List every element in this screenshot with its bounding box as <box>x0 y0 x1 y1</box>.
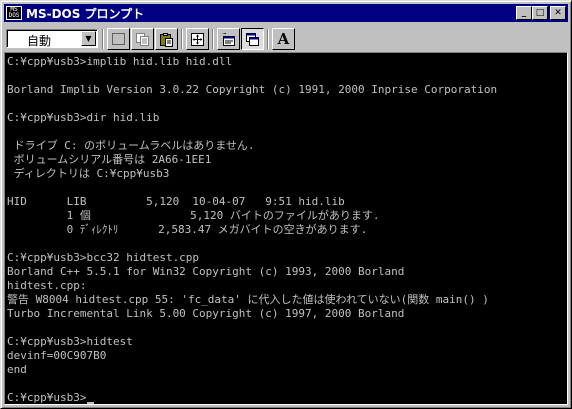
font-icon: A <box>277 30 290 48</box>
msdos-app-icon[interactable]: MS DOS <box>6 6 22 20</box>
paste-icon <box>160 32 173 47</box>
properties-button[interactable] <box>217 28 240 50</box>
copy-icon <box>136 32 149 46</box>
window-controls: _ □ ✕ <box>516 6 566 20</box>
maximize-button[interactable]: □ <box>532 6 548 20</box>
paste-button[interactable] <box>155 28 178 50</box>
font-size-value: 自動 <box>27 34 52 48</box>
console-line: C:¥cpp¥usb3>implib hid.lib hid.dll <box>7 55 233 68</box>
mark-button[interactable] <box>107 28 130 50</box>
window-title: MS-DOS プロンプト <box>26 6 145 21</box>
minimize-button[interactable]: _ <box>516 6 532 20</box>
toolbar-separator <box>267 29 269 49</box>
console-line: end <box>7 363 27 376</box>
console-line: ディレクトリは C:¥cpp¥usb3 <box>7 167 170 180</box>
font-size-select[interactable]: 自動 ▼ <box>6 29 98 48</box>
copy-button[interactable] <box>131 28 154 50</box>
console-line: Turbo Incremental Link 5.00 Copyright (c… <box>7 307 405 320</box>
toolbar-separator <box>212 29 214 49</box>
text-cursor <box>87 402 95 404</box>
fullscreen-button[interactable] <box>186 28 209 50</box>
properties-icon <box>222 32 235 46</box>
icon-label-bottom: DOS <box>8 12 20 19</box>
toolbar-separator <box>102 29 104 49</box>
console-line: ドライブ C: のボリュームラベルはありません. <box>7 139 255 152</box>
console-line: C:¥cpp¥usb3>hidtest <box>7 335 133 348</box>
console-line: 1 個 5,120 バイトのファイルがあります. <box>7 209 380 222</box>
toolbar: 自動 ▼ A <box>4 24 568 52</box>
console-line: HID LIB 5,120 10-04-07 9:51 hid.lib <box>7 195 345 208</box>
toolbar-separator <box>181 29 183 49</box>
console-line: ボリュームシリアル番号は 2A66-1EE1 <box>7 153 212 166</box>
console-output[interactable]: C:¥cpp¥usb3>implib hid.lib hid.dll Borlan… <box>4 52 568 405</box>
console-line: C:¥cpp¥usb3>dir hid.lib <box>7 111 160 124</box>
console-line: devinf=00C907B0 <box>7 349 107 362</box>
console-line: 0 ﾃﾞｨﾚｸﾄﾘ 2,583.47 メガバイトの空きがあります. <box>7 223 368 236</box>
console-line: Borland Implib Version 3.0.22 Copyright … <box>7 83 498 96</box>
font-button[interactable]: A <box>272 28 295 50</box>
close-button[interactable]: ✕ <box>550 6 566 20</box>
title-bar[interactable]: MS DOS MS-DOS プロンプト _ □ ✕ <box>4 4 568 22</box>
console-line: 警告 W8004 hidtest.cpp 55: 'fc_data' に代入した… <box>7 293 489 306</box>
dos-prompt-window: MS DOS MS-DOS プロンプト _ □ ✕ 自動 ▼ A C:¥cpp¥… <box>0 0 572 409</box>
fullscreen-icon <box>191 32 204 46</box>
background-icon <box>246 32 259 46</box>
console-line: Borland C++ 5.5.1 for Win32 Copyright (c… <box>7 265 405 278</box>
chevron-down-icon[interactable]: ▼ <box>81 31 96 46</box>
mark-icon <box>112 33 125 45</box>
background-button[interactable] <box>241 28 264 50</box>
console-line: hidtest.cpp: <box>7 279 87 292</box>
console-line: C:¥cpp¥usb3> <box>7 391 87 404</box>
console-line: C:¥cpp¥usb3>bcc32 hidtest.cpp <box>7 251 200 264</box>
